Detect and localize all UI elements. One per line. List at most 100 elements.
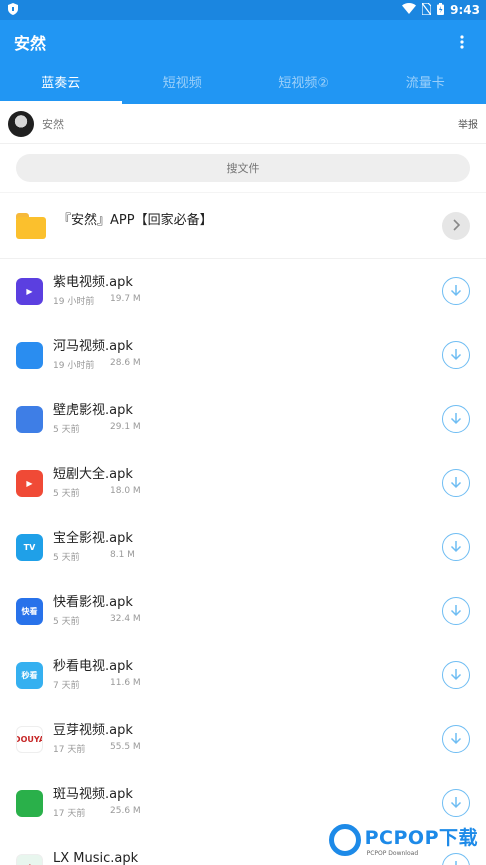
list-item[interactable]: DOUYA 豆芽视频.apk 17 天前 55.5 M bbox=[0, 707, 486, 771]
file-time: 5 天前 bbox=[53, 425, 80, 435]
list-item[interactable]: 壁虎影视.apk 5 天前 29.1 M bbox=[0, 387, 486, 451]
list-item[interactable]: 快看 快看影视.apk 5 天前 32.4 M bbox=[0, 579, 486, 643]
file-name: 河马视频.apk bbox=[53, 339, 133, 354]
download-icon bbox=[450, 282, 462, 301]
page-title: 安然 bbox=[14, 34, 47, 53]
douya-icon: DOUYA bbox=[16, 725, 43, 753]
app-icon-glyph: ▶ bbox=[26, 478, 33, 488]
app-icon-glyph: 快看 bbox=[21, 606, 38, 616]
file-meta: 紫电视频.apk 19 小时前 19.7 M bbox=[53, 275, 442, 307]
file-size: 28.6 M bbox=[110, 358, 141, 368]
file-name: 斑马视频.apk bbox=[53, 787, 133, 802]
download-icon bbox=[450, 474, 462, 493]
gecko-icon bbox=[16, 405, 43, 433]
file-meta: 秒看电视.apk 7 天前 11.6 M bbox=[53, 659, 442, 691]
file-time: 17 天前 bbox=[53, 745, 86, 755]
folder-icon bbox=[16, 212, 46, 239]
download-icon bbox=[450, 666, 462, 685]
status-bar: 9:43 bbox=[0, 0, 486, 20]
app-icon-glyph: ▶ bbox=[26, 286, 33, 296]
tab-short-video-2[interactable]: 短视频② bbox=[243, 64, 365, 104]
download-icon bbox=[450, 794, 462, 813]
file-meta: 快看影视.apk 5 天前 32.4 M bbox=[53, 595, 442, 627]
file-size: 18.0 M bbox=[110, 486, 141, 496]
download-button[interactable] bbox=[442, 469, 470, 497]
app-bar: 安然 bbox=[0, 20, 486, 64]
music-icon: ♪ bbox=[16, 853, 43, 865]
download-button[interactable] bbox=[442, 725, 470, 753]
purple-play-icon: ▶ bbox=[16, 277, 43, 305]
list-item[interactable]: TV 宝全影视.apk 5 天前 8.1 M bbox=[0, 515, 486, 579]
no-sim-icon bbox=[421, 1, 432, 18]
red-play-icon: ▶ bbox=[16, 469, 43, 497]
file-time: 5 天前 bbox=[53, 553, 80, 563]
pcpop-logo-icon bbox=[328, 824, 361, 856]
file-size: 19.7 M bbox=[110, 294, 141, 304]
list-item[interactable]: ▶ 短剧大全.apk 5 天前 18.0 M bbox=[0, 451, 486, 515]
battery-icon bbox=[437, 2, 445, 18]
download-button[interactable] bbox=[442, 661, 470, 689]
file-time: 19 小时前 bbox=[53, 361, 95, 371]
file-time: 5 天前 bbox=[53, 489, 80, 499]
shield-icon bbox=[8, 2, 18, 18]
app-icon-glyph: TV bbox=[23, 542, 36, 552]
tab-lanzou[interactable]: 蓝奏云 bbox=[0, 64, 122, 104]
file-size: 32.4 M bbox=[110, 614, 141, 624]
file-name: 秒看电视.apk bbox=[53, 659, 133, 674]
report-button[interactable]: 举报 bbox=[458, 116, 478, 131]
file-size: 8.1 M bbox=[110, 550, 135, 560]
file-meta: 豆芽视频.apk 17 天前 55.5 M bbox=[53, 723, 442, 755]
file-meta: 短剧大全.apk 5 天前 18.0 M bbox=[53, 467, 442, 499]
download-button[interactable] bbox=[442, 597, 470, 625]
file-name: 短剧大全.apk bbox=[53, 467, 133, 482]
open-folder-button[interactable] bbox=[442, 211, 470, 240]
list-item[interactable]: ▶ 紫电视频.apk 19 小时前 19.7 M bbox=[0, 259, 486, 323]
file-size: 25.6 M bbox=[110, 806, 141, 816]
download-button[interactable] bbox=[442, 533, 470, 561]
tab-data-card[interactable]: 流量卡 bbox=[365, 64, 486, 104]
watermark-title: PCPOP下载 bbox=[364, 827, 478, 849]
download-button[interactable] bbox=[442, 341, 470, 369]
avatar[interactable] bbox=[8, 110, 34, 137]
file-time: 19 小时前 bbox=[53, 297, 95, 307]
file-size: 11.6 M bbox=[110, 678, 141, 688]
file-name: 豆芽视频.apk bbox=[53, 723, 133, 738]
file-meta: 壁虎影视.apk 5 天前 29.1 M bbox=[53, 403, 442, 435]
download-icon bbox=[450, 730, 462, 749]
clock: 9:43 bbox=[450, 3, 480, 17]
chevron-right-icon bbox=[452, 216, 461, 235]
file-size: 29.1 M bbox=[110, 422, 141, 432]
file-size: 55.5 M bbox=[110, 742, 141, 752]
hippo-icon bbox=[16, 341, 43, 369]
search-bar bbox=[0, 144, 486, 193]
download-icon bbox=[450, 410, 462, 429]
username: 安然 bbox=[42, 117, 64, 131]
tab-bar: 蓝奏云 短视频 短视频② 流量卡 bbox=[0, 64, 486, 104]
download-icon bbox=[450, 602, 462, 621]
download-button[interactable] bbox=[442, 405, 470, 433]
file-name: 宝全影视.apk bbox=[53, 531, 133, 546]
wifi-icon bbox=[402, 3, 417, 17]
list-item[interactable]: 秒看 秒看电视.apk 7 天前 11.6 M bbox=[0, 643, 486, 707]
file-name: 紫电视频.apk bbox=[53, 275, 133, 290]
download-button[interactable] bbox=[442, 789, 470, 817]
kuaikan-icon: 快看 bbox=[16, 597, 43, 625]
app-icon-glyph: DOUYA bbox=[17, 734, 42, 744]
more-options-icon[interactable] bbox=[452, 30, 472, 54]
watermark: PCPOP下载 PCPOP Download bbox=[328, 815, 478, 865]
search-input[interactable] bbox=[16, 154, 470, 182]
list-item[interactable]: 河马视频.apk 19 小时前 28.6 M bbox=[0, 323, 486, 387]
file-meta: 宝全影视.apk 5 天前 8.1 M bbox=[53, 531, 442, 563]
file-time: 5 天前 bbox=[53, 617, 80, 627]
folder-row[interactable]: 『安然』APP【回家必备】 bbox=[0, 193, 486, 259]
file-name: 快看影视.apk bbox=[53, 595, 133, 610]
download-button[interactable] bbox=[442, 277, 470, 305]
zebra-icon bbox=[16, 789, 43, 817]
file-list: ▶ 紫电视频.apk 19 小时前 19.7 M 河马视频.apk 19 小时前 28.6 … bbox=[0, 259, 486, 865]
download-icon bbox=[450, 346, 462, 365]
tab-short-video[interactable]: 短视频 bbox=[122, 64, 244, 104]
file-time: 7 天前 bbox=[53, 681, 80, 691]
file-meta: 河马视频.apk 19 小时前 28.6 M bbox=[53, 339, 442, 371]
watermark-subtitle: PCPOP Download bbox=[366, 850, 419, 857]
app-icon-glyph: 秒看 bbox=[21, 670, 38, 680]
